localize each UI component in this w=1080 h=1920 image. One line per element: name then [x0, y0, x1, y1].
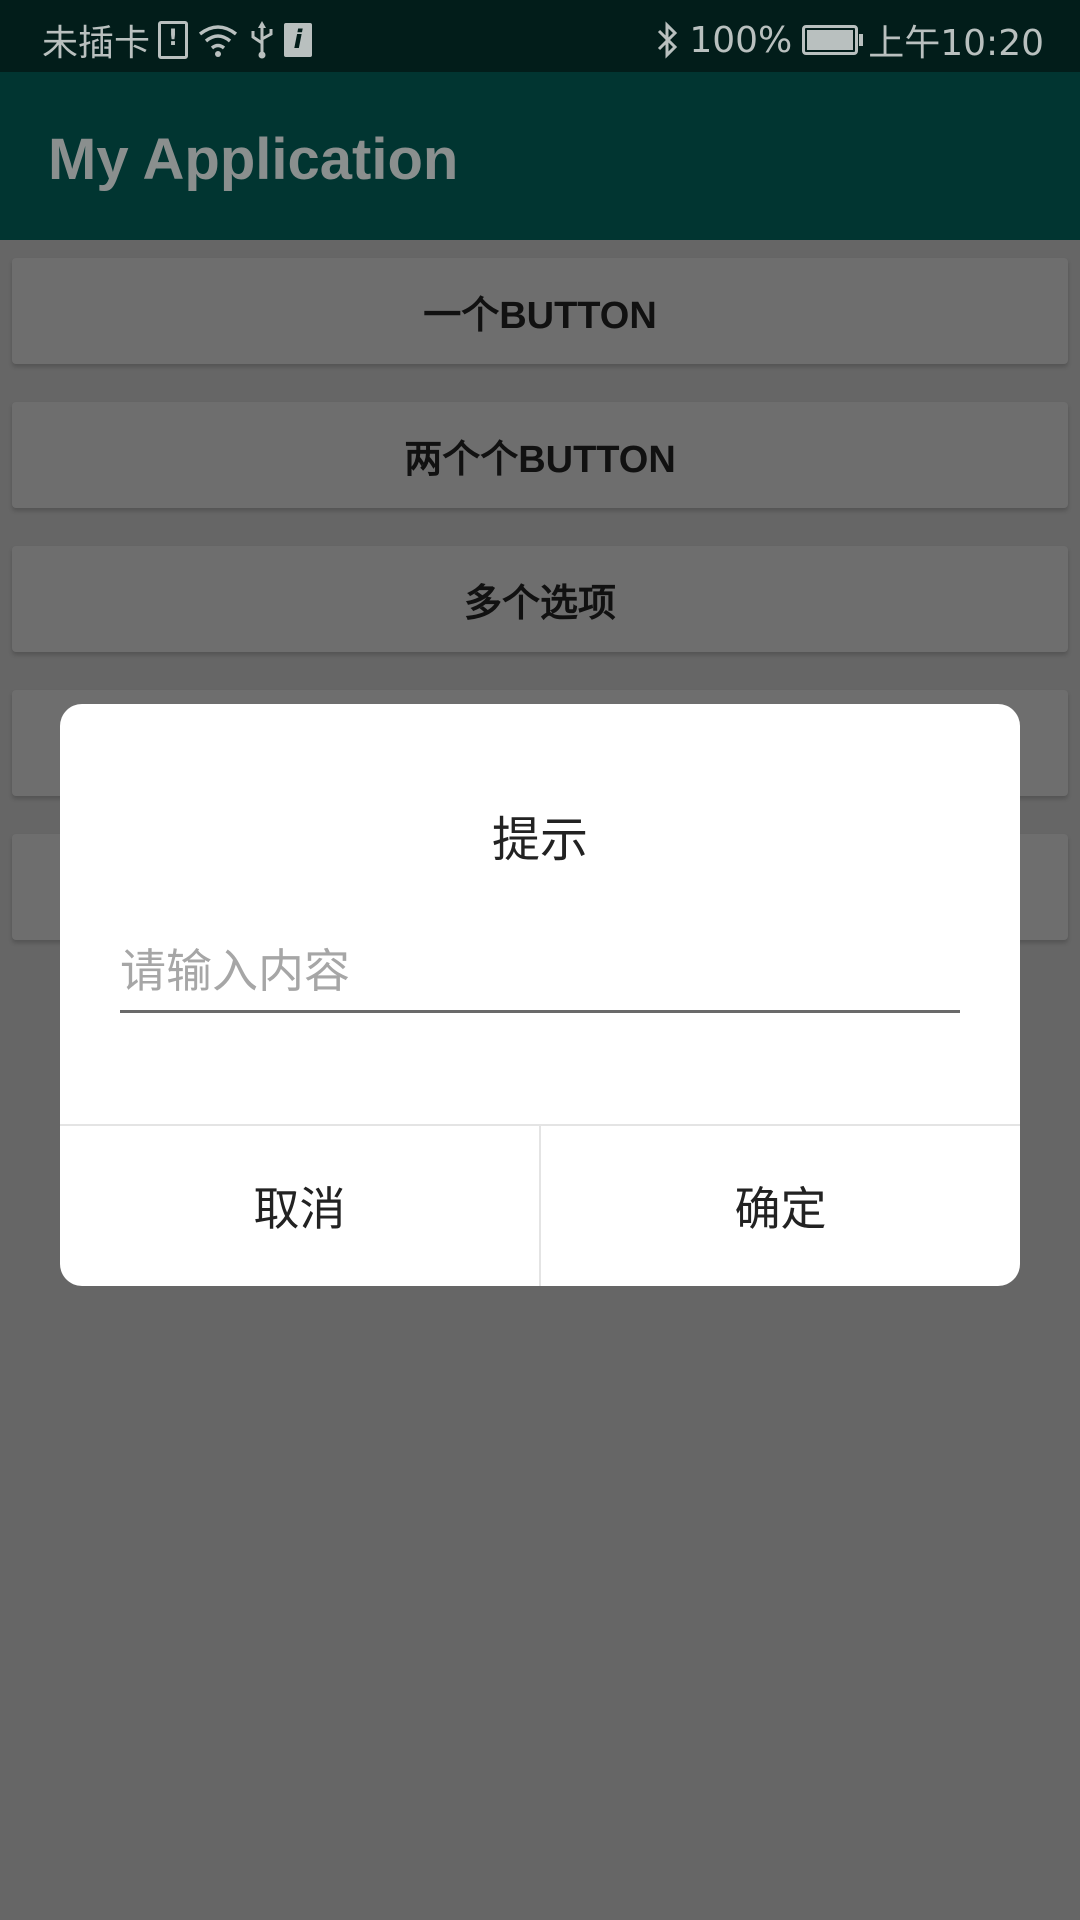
input-dialog: 提示 取消 确定 [60, 704, 1020, 1286]
carrier-label: 未插卡 [42, 23, 151, 64]
battery-icon [802, 20, 864, 60]
battery-percent: 100% [689, 19, 793, 61]
usb-icon [248, 20, 276, 60]
one-button[interactable]: 一个BUTTON [12, 258, 1068, 364]
two-buttons-button[interactable]: 两个个BUTTON [12, 402, 1068, 508]
app-title: My Application [48, 127, 459, 192]
confirm-button[interactable]: 确定 [541, 1126, 1020, 1286]
bluetooth-icon [655, 20, 679, 60]
dialog-title: 提示 [491, 812, 588, 868]
content-input[interactable] [120, 932, 960, 1013]
info-notification-icon: i [284, 20, 313, 60]
clock: 上午10:20 [868, 23, 1044, 64]
multiple-options-button[interactable]: 多个选项 [12, 546, 1068, 652]
wifi-icon [196, 20, 240, 60]
status-bar: 未插卡 ! i 100% 上午10:20 [0, 0, 1080, 72]
sim-alert-icon: ! [158, 20, 189, 60]
cancel-button[interactable]: 取消 [60, 1126, 539, 1286]
app-bar: My Application [0, 72, 1080, 240]
status-bar-left: 未插卡 ! i [42, 14, 313, 66]
status-bar-right: 100% 上午10:20 [655, 14, 1044, 66]
